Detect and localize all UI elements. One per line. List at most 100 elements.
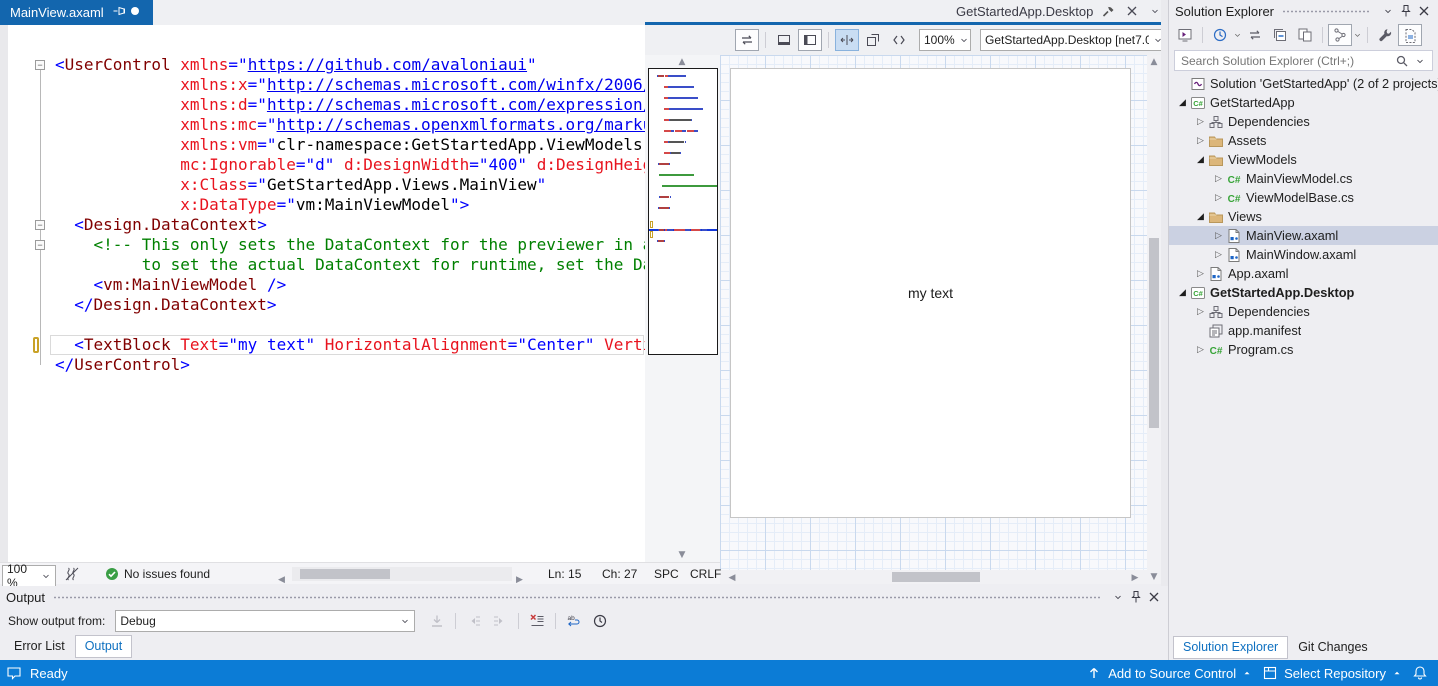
editor-horizontal-scrollbar[interactable] [292,567,512,581]
tree-item-program-cs[interactable]: ▷C#Program.cs [1169,340,1438,359]
bell-button[interactable] [1412,665,1428,681]
pane-divider[interactable] [1161,0,1168,660]
show-all-files-button[interactable] [1398,24,1422,46]
tree-expander-collapsed[interactable]: ▷ [1193,136,1208,146]
code-line[interactable]: </Design.DataContext> [55,295,645,315]
close-icon[interactable] [1124,3,1140,19]
tree-item-mainwindow-axaml[interactable]: ▷MainWindow.axaml [1169,245,1438,264]
tree-expander-expanded[interactable]: ◢ [1175,288,1190,298]
code-line[interactable] [55,315,645,335]
chevron-down-icon[interactable] [1353,27,1362,43]
startup-project-chip[interactable]: GetStartedApp.Desktop [950,0,1192,22]
fit-width-button[interactable] [835,29,859,51]
code-line[interactable]: xmlns:mc="http://schemas.openxmlformats.… [55,115,645,135]
tree-item-app-manifest[interactable]: app.manifest [1169,321,1438,340]
document-tab[interactable]: MainView.axaml [0,0,153,25]
fold-toggle[interactable]: − [35,240,45,250]
tree-item-assets[interactable]: ▷Assets [1169,131,1438,150]
next-message-button[interactable] [488,610,512,632]
tree-item-getstartedapp[interactable]: ◢C#GetStartedApp [1169,93,1438,112]
close-icon[interactable] [1146,589,1162,605]
chevron-down-icon[interactable] [1233,27,1242,43]
scroll-left-arrow[interactable]: ◀ [724,573,740,583]
tree-expander-collapsed[interactable]: ▷ [1193,269,1208,279]
tab-git-changes[interactable]: Git Changes [1288,636,1377,659]
code-line[interactable]: <!-- This only sets the DataContext for … [55,235,645,255]
search-icon[interactable] [1394,53,1410,69]
pin-icon[interactable] [111,3,127,19]
tree-item-mainviewmodel-cs[interactable]: ▷C#MainViewModel.cs [1169,169,1438,188]
clock-button[interactable] [588,610,612,632]
collapse-all-button[interactable] [1268,24,1292,46]
statusbar-add-to-source-control[interactable]: Add to Source Control [1086,665,1252,681]
tree-expander-collapsed[interactable]: ▷ [1211,174,1226,184]
code-line[interactable]: xmlns:vm="clr-namespace:GetStartedApp.Vi… [55,135,645,155]
code-line[interactable]: xmlns:d="http://schemas.microsoft.com/ex… [55,95,645,115]
tree-item-mainview-axaml[interactable]: ▷MainView.axaml [1169,226,1438,245]
wrench-button[interactable] [1373,24,1397,46]
statusbar-select-repository[interactable]: Select Repository [1262,665,1402,681]
previewer-zoom-select[interactable]: 100% [919,29,971,51]
fold-toggle[interactable]: − [35,60,45,70]
fold-toggle[interactable]: − [35,220,45,230]
code-line[interactable]: <vm:MainViewModel /> [55,275,645,295]
unsaved-dot-icon[interactable] [127,3,143,19]
code-line[interactable]: mc:Ignorable="d" d:DesignWidth="400" d:D… [55,155,645,175]
tab-output[interactable]: Output [75,635,133,658]
swap-panes-button[interactable] [735,29,759,51]
tree-expander-expanded[interactable]: ◢ [1193,155,1208,165]
build-icon[interactable] [1101,3,1117,19]
chevron-down-icon[interactable] [1110,589,1126,605]
tree-expander-collapsed[interactable]: ▷ [1193,117,1208,127]
preview-selected-button[interactable] [1293,24,1317,46]
column-indicator[interactable]: Ch: 27 [602,563,637,585]
pin-vertical-icon[interactable] [1128,589,1144,605]
tree-item-viewmodelbase-cs[interactable]: ▷C#ViewModelBase.cs [1169,188,1438,207]
tree-item-getstartedapp-desktop[interactable]: ◢C#GetStartedApp.Desktop [1169,283,1438,302]
scroll-right-arrow[interactable]: ▶ [1127,573,1143,583]
code-line[interactable]: x:Class="GetStartedApp.Views.MainView" [55,175,645,195]
history-filter-button[interactable] [1208,24,1232,46]
map-mode-icon[interactable] [64,563,80,585]
code-lines[interactable]: <UserControl xmlns="https://github.com/a… [55,55,645,375]
code-minimap[interactable] [648,68,718,355]
tab-error-list[interactable]: Error List [4,635,75,658]
preview-canvas[interactable]: my text [730,68,1131,518]
code-line[interactable]: <Design.DataContext> [55,215,645,235]
clear-all-button[interactable] [525,610,549,632]
tree-expander-collapsed[interactable]: ▷ [1193,345,1208,355]
popup-preview-button[interactable] [861,29,885,51]
scrollbar-thumb[interactable] [892,572,980,582]
track-active-button[interactable] [1328,24,1352,46]
code-line[interactable]: x:DataType="vm:MainViewModel"> [55,195,645,215]
tree-item-dependencies[interactable]: ▷Dependencies [1169,112,1438,131]
tree-expander-collapsed[interactable]: ▷ [1211,250,1226,260]
tree-item-solution-getstartedapp-2-of-2-projects[interactable]: Solution 'GetStartedApp' (2 of 2 project… [1169,74,1438,93]
tree-expander-collapsed[interactable]: ▷ [1211,193,1226,203]
search-input[interactable] [1179,53,1392,69]
code-line[interactable]: <UserControl xmlns="https://github.com/a… [55,55,645,75]
tree-item-dependencies[interactable]: ▷Dependencies [1169,302,1438,321]
tree-expander-collapsed[interactable]: ▷ [1193,307,1208,317]
editor-scrollbar-map[interactable]: ▲ ▼ [645,55,720,562]
tree-expander-expanded[interactable]: ◢ [1175,98,1190,108]
scroll-up-arrow[interactable]: ▲ [1146,57,1162,67]
line-ending-indicator[interactable]: CRLF [690,563,721,585]
tab-solution-explorer[interactable]: Solution Explorer [1173,636,1288,659]
close-icon[interactable] [1416,3,1432,19]
scrollbar-thumb[interactable] [1149,238,1159,428]
switch-view-button[interactable] [1173,24,1197,46]
scrollbar-thumb[interactable] [300,569,390,579]
chevron-down-icon[interactable] [1412,53,1428,69]
code-line[interactable]: to set the actual DataContext for runtim… [55,255,645,275]
solution-explorer-title-bar[interactable]: Solution Explorer [1169,0,1438,22]
scroll-down-arrow[interactable]: ▼ [674,550,690,560]
feedback-icon[interactable] [6,665,22,681]
tree-item-app-axaml[interactable]: ▷App.axaml [1169,264,1438,283]
spaces-indicator[interactable]: SPC [654,563,679,585]
output-title-bar[interactable]: Output [0,586,1168,608]
chevron-down-icon[interactable] [1380,3,1396,19]
line-indicator[interactable]: Ln: 15 [548,563,581,585]
tree-expander-expanded[interactable]: ◢ [1193,212,1208,222]
pin-vertical-icon[interactable] [1398,3,1414,19]
